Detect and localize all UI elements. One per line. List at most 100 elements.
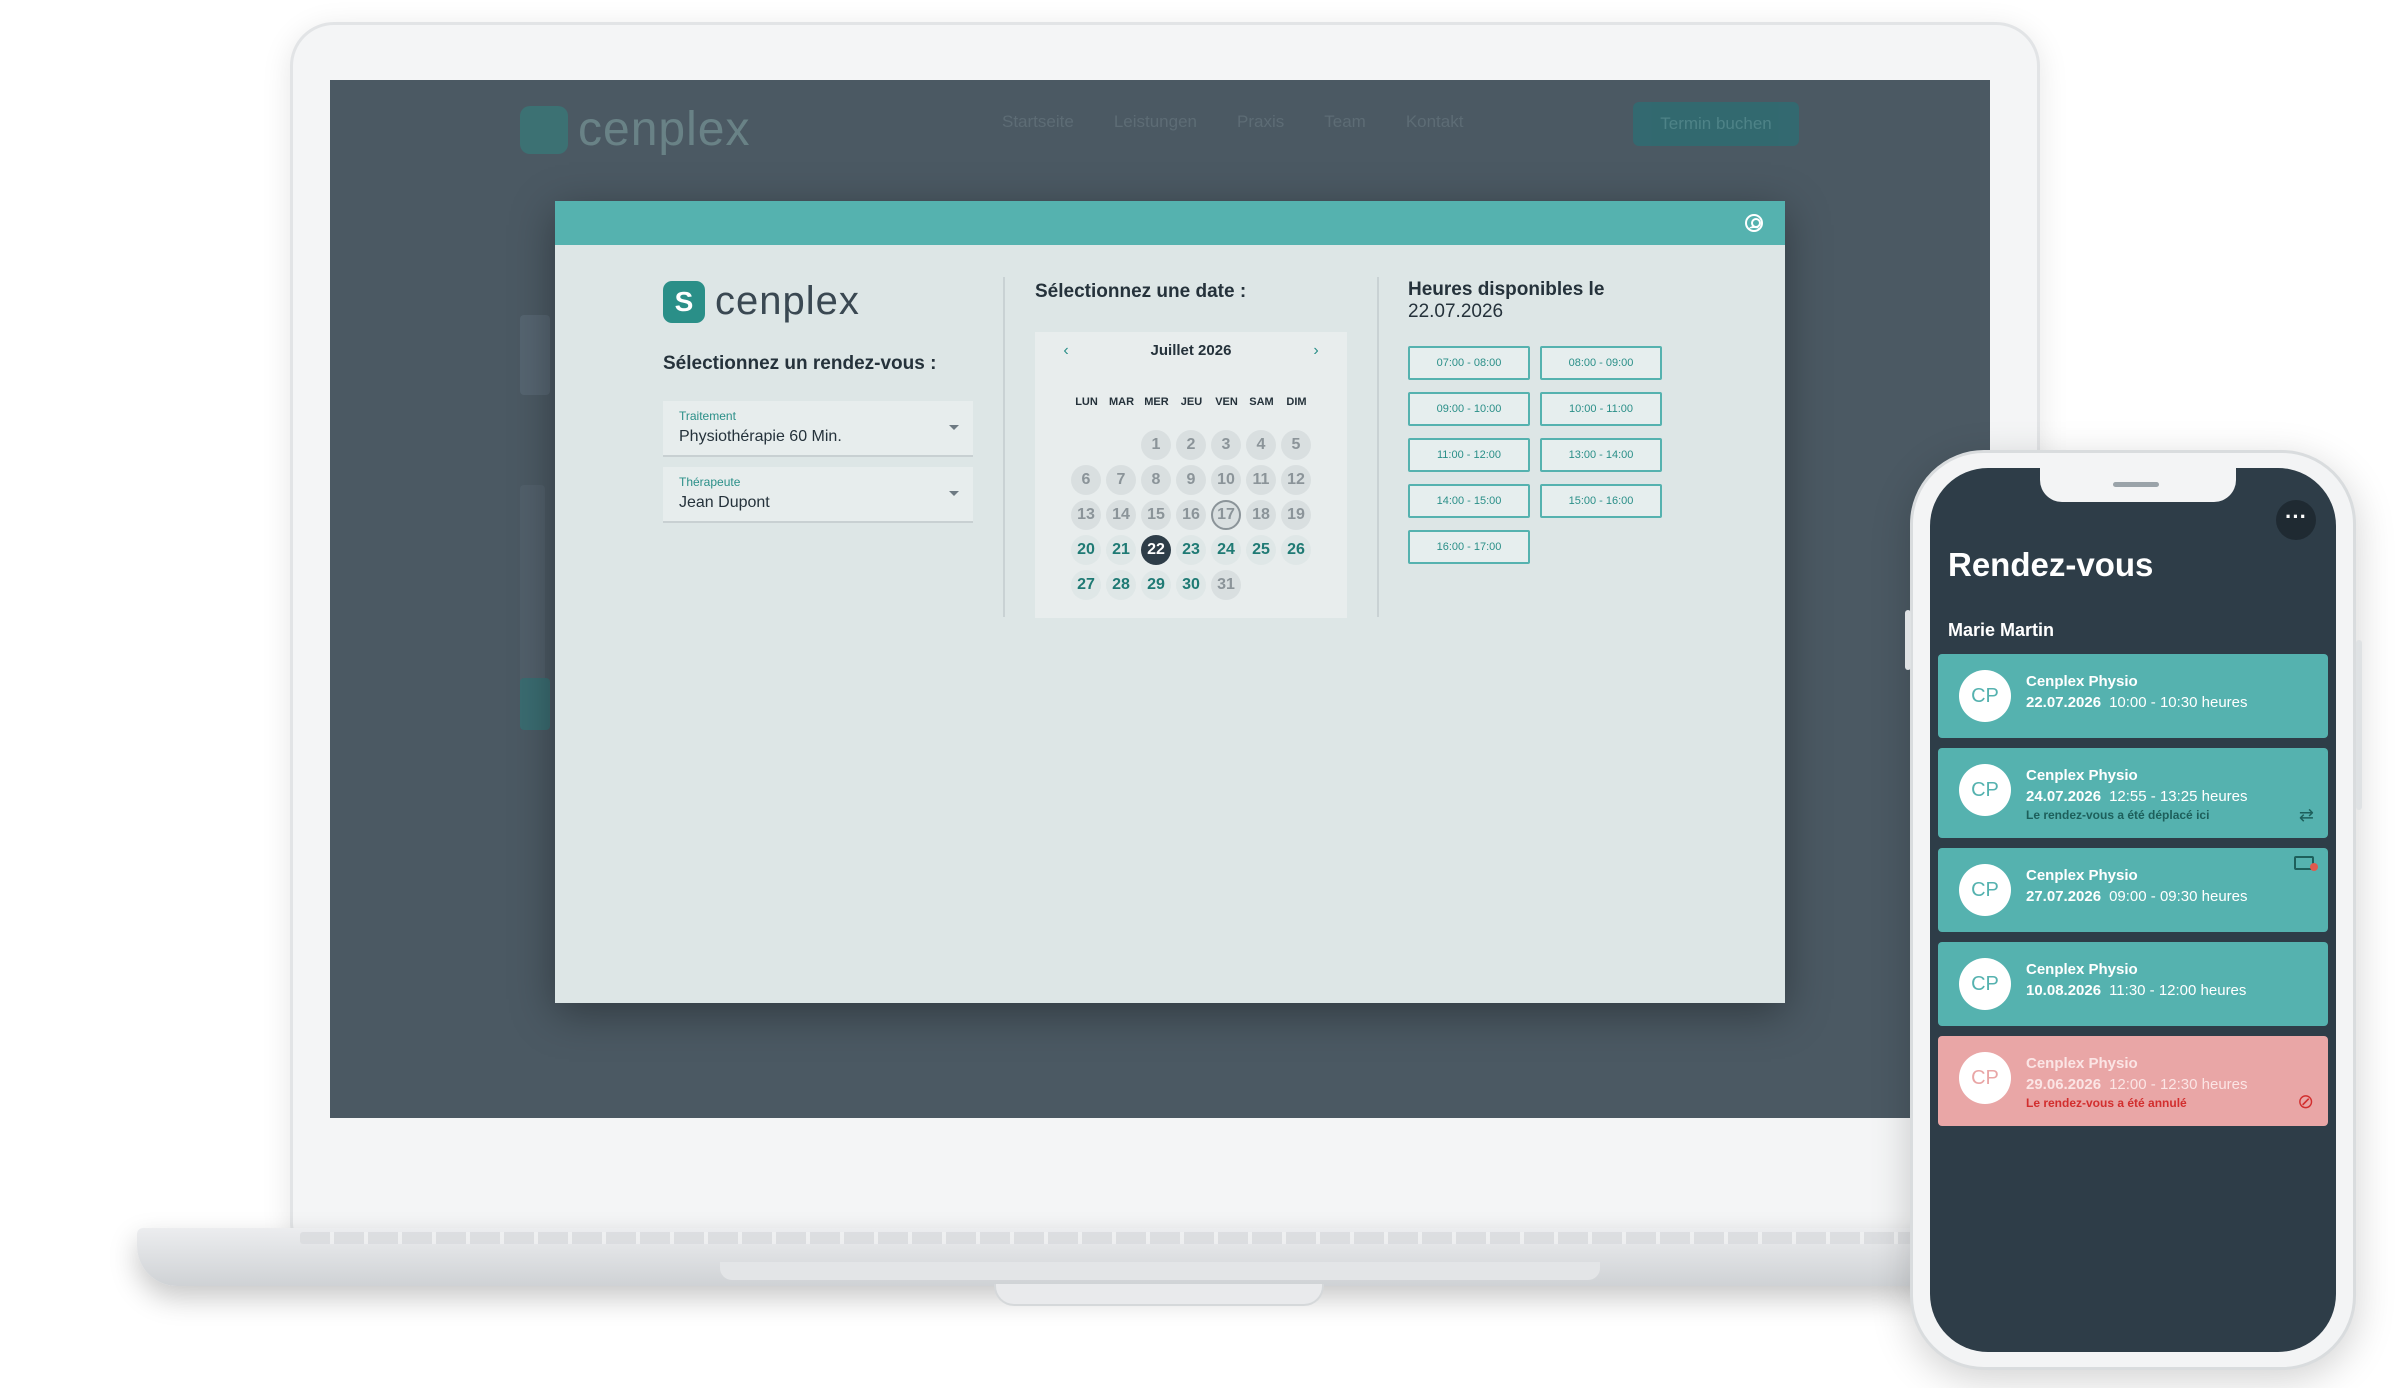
calendar-day[interactable]: 28 bbox=[1106, 570, 1136, 600]
hours-title-date: 22.07.2026 bbox=[1408, 301, 1504, 322]
calendar-day[interactable]: 26 bbox=[1281, 535, 1311, 565]
user-icon[interactable] bbox=[1745, 214, 1763, 232]
phone-user-name: Marie Martin bbox=[1948, 620, 2055, 640]
nav-link-praxis[interactable]: Praxis bbox=[1237, 112, 1284, 132]
appointment-clinic: Cenplex Physio bbox=[2026, 673, 2138, 690]
calendar-day[interactable]: 30 bbox=[1176, 570, 1206, 600]
website-cta-button[interactable]: Termin buchen bbox=[1633, 102, 1799, 146]
calendar-day: 15 bbox=[1141, 500, 1171, 530]
appointment-card[interactable]: CP Cenplex Physio 10.08.2026 11:30 - 12:00 … bbox=[1938, 942, 2328, 1026]
calendar-day: 8 bbox=[1141, 465, 1171, 495]
appointment-card[interactable]: CP Cenplex Physio 29.06.2026 12:00 - 12:30 … bbox=[1938, 1036, 2328, 1126]
appointment-time: 12:55 - 13:25 heures bbox=[2109, 788, 2248, 805]
calendar-day: 12 bbox=[1281, 465, 1311, 495]
calendar-day[interactable]: 21 bbox=[1106, 535, 1136, 565]
nav-link-leistungen[interactable]: Leistungen bbox=[1114, 112, 1197, 132]
therapist-select[interactable]: Thérapeute Jean Dupont bbox=[663, 467, 973, 523]
time-slot-button[interactable]: 09:00 - 10:00 bbox=[1408, 392, 1530, 426]
appointment-card[interactable]: CP Cenplex Physio 22.07.2026 10:00 - 10:30 … bbox=[1938, 654, 2328, 738]
select-date-title: Sélectionnez une date : bbox=[1035, 281, 1247, 302]
calendar-day: 11 bbox=[1246, 465, 1276, 495]
mail-icon[interactable] bbox=[2294, 856, 2318, 871]
treatment-select[interactable]: Traitement Physiothérapie 60 Min. bbox=[663, 401, 973, 457]
calendar-day: 17 bbox=[1211, 500, 1241, 530]
time-slot-button[interactable]: 14:00 - 15:00 bbox=[1408, 484, 1530, 518]
select-appointment-title: Sélectionnez un rendez-vous : bbox=[663, 353, 937, 374]
appointment-clinic: Cenplex Physio bbox=[2026, 961, 2138, 978]
calendar-day: 13 bbox=[1071, 500, 1101, 530]
nav-link-team[interactable]: Team bbox=[1324, 112, 1366, 132]
calendar-day: 2 bbox=[1176, 430, 1206, 460]
appointment-when: 10.08.2026 11:30 - 12:00 heures bbox=[2026, 982, 2246, 999]
phone-speaker bbox=[2113, 482, 2159, 487]
website-links: Startseite Leistungen Praxis Team Kontak… bbox=[1002, 112, 1463, 132]
avatar: CP bbox=[1959, 764, 2011, 816]
nav-link-kontakt[interactable]: Kontakt bbox=[1406, 112, 1464, 132]
appointment-card[interactable]: CP Cenplex Physio 27.07.2026 09:00 - 09:30 … bbox=[1938, 848, 2328, 932]
calendar-day[interactable]: 20 bbox=[1071, 535, 1101, 565]
calendar-day: 31 bbox=[1211, 570, 1241, 600]
calendar-day[interactable]: 25 bbox=[1246, 535, 1276, 565]
weekday-label: SAM bbox=[1249, 396, 1274, 408]
calendar-day: 10 bbox=[1211, 465, 1241, 495]
calendar-day: 7 bbox=[1106, 465, 1136, 495]
avatar: CP bbox=[1959, 958, 2011, 1010]
chevron-down-icon bbox=[949, 491, 959, 496]
calendar-day: 19 bbox=[1281, 500, 1311, 530]
calendar-day[interactable]: 29 bbox=[1141, 570, 1171, 600]
more-icon[interactable]: ··· bbox=[2276, 500, 2316, 540]
calendar-day[interactable]: 24 bbox=[1211, 535, 1241, 565]
appointment-date: 24.07.2026 bbox=[2026, 788, 2102, 805]
appointment-date: 29.06.2026 bbox=[2026, 1076, 2102, 1093]
avatar: CP bbox=[1959, 1052, 2011, 1104]
appointment-note: Le rendez-vous a été déplacé ici bbox=[2026, 808, 2210, 822]
time-slot-button[interactable]: 11:00 - 12:00 bbox=[1408, 438, 1530, 472]
appointment-clinic: Cenplex Physio bbox=[2026, 867, 2138, 884]
time-slot-button[interactable]: 07:00 - 08:00 bbox=[1408, 346, 1530, 380]
website-logo[interactable]: cenplex bbox=[520, 102, 750, 157]
cancel-icon[interactable]: ⊘ bbox=[2297, 1089, 2314, 1114]
avatar: CP bbox=[1959, 670, 2011, 722]
calendar-blank bbox=[1071, 430, 1101, 460]
weekday-label: LUN bbox=[1075, 396, 1098, 408]
phone-side-button bbox=[2356, 640, 2362, 810]
appointment-card[interactable]: CP Cenplex Physio 24.07.2026 12:55 - 13:25 … bbox=[1938, 748, 2328, 838]
time-slot-button[interactable]: 16:00 - 17:00 bbox=[1408, 530, 1530, 564]
calendar-day[interactable]: 23 bbox=[1176, 535, 1206, 565]
chevron-down-icon bbox=[949, 425, 959, 430]
appointment-note: Le rendez-vous a été annulé bbox=[2026, 1096, 2187, 1110]
calendar-day: 6 bbox=[1071, 465, 1101, 495]
calendar-days: 1 2 3 4 5 6 7 8 9 10 11 12 13 14 15 16 17 18 19 20 21 22 23 24 2… bbox=[1069, 428, 1314, 603]
swap-icon[interactable]: ⇄ bbox=[2299, 805, 2314, 826]
phone-title: Rendez-vous bbox=[1948, 546, 2154, 583]
laptop-trackpad bbox=[720, 1262, 1600, 1280]
column-divider bbox=[1377, 277, 1379, 617]
time-slot-button[interactable]: 08:00 - 09:00 bbox=[1540, 346, 1662, 380]
weekday-label: MER bbox=[1144, 396, 1169, 408]
calendar-day-selected[interactable]: 22 bbox=[1141, 535, 1171, 565]
weekday-label: JEU bbox=[1180, 396, 1203, 408]
avatar: CP bbox=[1959, 864, 2011, 916]
time-slot-button[interactable]: 13:00 - 14:00 bbox=[1540, 438, 1662, 472]
website-background-block bbox=[520, 678, 550, 730]
calendar-day: 16 bbox=[1176, 500, 1206, 530]
stage: cenplex Startseite Leistungen Praxis Tea… bbox=[0, 0, 2405, 1388]
modal-logo: cenplex bbox=[663, 279, 860, 324]
calendar-day: 3 bbox=[1211, 430, 1241, 460]
appointment-time: 10:00 - 10:30 heures bbox=[2109, 694, 2248, 711]
website-background-block bbox=[520, 315, 550, 395]
calendar-month: Juillet 2026 bbox=[1150, 342, 1232, 359]
appointment-when: 27.07.2026 09:00 - 09:30 heures bbox=[2026, 888, 2248, 905]
chevron-right-icon[interactable]: › bbox=[1309, 343, 1323, 359]
time-slot-button[interactable]: 10:00 - 11:00 bbox=[1540, 392, 1662, 426]
calendar-day: 1 bbox=[1141, 430, 1171, 460]
logo-mark-icon bbox=[520, 105, 568, 154]
appointment-date: 10.08.2026 bbox=[2026, 982, 2102, 999]
nav-link-startseite[interactable]: Startseite bbox=[1002, 112, 1074, 132]
calendar-day[interactable]: 27 bbox=[1071, 570, 1101, 600]
time-slot-button[interactable]: 15:00 - 16:00 bbox=[1540, 484, 1662, 518]
hours-title-label: Heures disponibles le bbox=[1408, 279, 1605, 300]
laptop-notch bbox=[994, 1284, 1324, 1306]
calendar-day: 14 bbox=[1106, 500, 1136, 530]
calendar-day: 18 bbox=[1246, 500, 1276, 530]
